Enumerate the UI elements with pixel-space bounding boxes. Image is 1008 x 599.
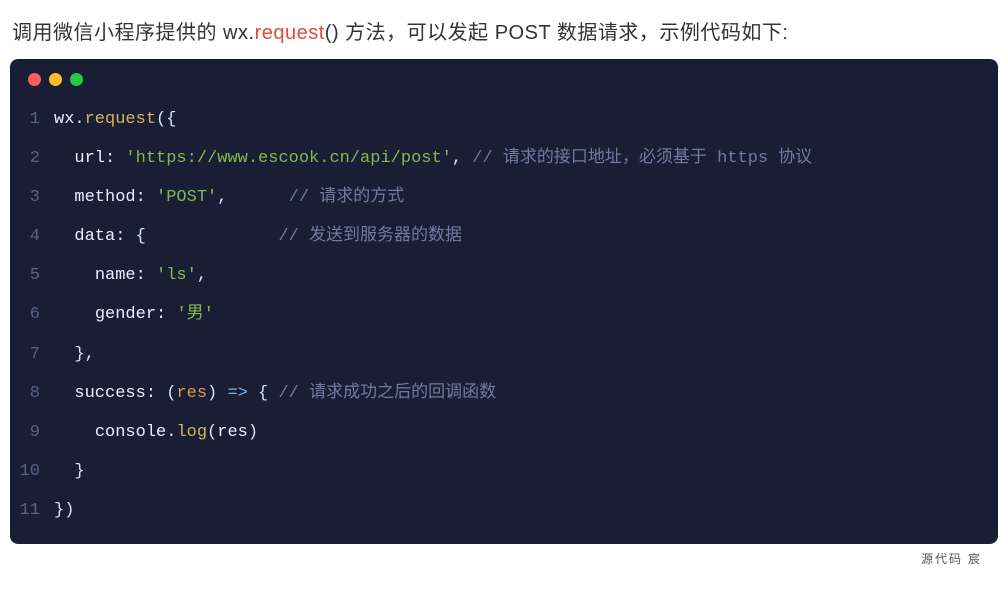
code-token: wx: [54, 110, 74, 129]
code-token: [54, 188, 74, 207]
line-number: 3: [10, 178, 54, 217]
code-token: url: [74, 149, 105, 168]
code-token: {: [248, 384, 279, 403]
code-token: ,: [452, 149, 472, 168]
maximize-icon: [70, 73, 83, 86]
code-line: 7 },: [10, 335, 998, 374]
code-content: },: [54, 335, 95, 374]
code-token: [54, 266, 95, 285]
code-line: 1wx.request({: [10, 100, 998, 139]
code-content: url: 'https://www.escook.cn/api/post', /…: [54, 139, 812, 178]
code-token: [54, 423, 95, 442]
code-token: : (: [146, 384, 177, 403]
code-token: =>: [227, 384, 247, 403]
code-line: 10 }: [10, 452, 998, 491]
code-content: method: 'POST', // 请求的方式: [54, 178, 404, 217]
line-number: 11: [10, 491, 54, 530]
line-number: 6: [10, 295, 54, 334]
code-token: .: [166, 423, 176, 442]
code-token: // 请求成功之后的回调函数: [278, 384, 496, 403]
code-token: 'POST': [156, 188, 217, 207]
code-token: ({: [156, 110, 176, 129]
code-token: :: [156, 305, 176, 324]
code-content: gender: '男': [54, 295, 214, 334]
line-number: 1: [10, 100, 54, 139]
code-content: wx.request({: [54, 100, 176, 139]
intro-prefix: 调用微信小程序提供的 wx.: [12, 22, 255, 44]
line-number: 5: [10, 256, 54, 295]
code-token: res: [217, 423, 248, 442]
code-line: 2 url: 'https://www.escook.cn/api/post',…: [10, 139, 998, 178]
code-content: success: (res) => { // 请求成功之后的回调函数: [54, 374, 496, 413]
line-number: 8: [10, 374, 54, 413]
footer-credit: 源代码 宸: [10, 550, 998, 567]
minimize-icon: [49, 73, 62, 86]
code-token: // 请求的方式: [289, 188, 405, 207]
code-token: res: [176, 384, 207, 403]
code-token: '男': [176, 305, 213, 324]
line-number: 10: [10, 452, 54, 491]
code-body: 1wx.request({2 url: 'https://www.escook.…: [10, 96, 998, 544]
code-token: }): [54, 501, 74, 520]
intro-paragraph: 调用微信小程序提供的 wx.request() 方法，可以发起 POST 数据请…: [10, 16, 998, 45]
code-content: name: 'ls',: [54, 256, 207, 295]
window-titlebar: [10, 59, 998, 96]
code-token: [54, 227, 74, 246]
code-token: .: [74, 110, 84, 129]
code-token: 'ls': [156, 266, 197, 285]
code-window: 1wx.request({2 url: 'https://www.escook.…: [10, 59, 998, 544]
line-number: 7: [10, 335, 54, 374]
code-token: method: [74, 188, 135, 207]
code-token: request: [85, 110, 156, 129]
code-token: (: [207, 423, 217, 442]
code-token: :: [136, 266, 156, 285]
line-number: 4: [10, 217, 54, 256]
code-token: },: [54, 345, 95, 364]
code-content: }): [54, 491, 74, 530]
code-content: }: [54, 452, 85, 491]
intro-suffix: () 方法，可以发起 POST 数据请求，示例代码如下:: [325, 22, 789, 44]
code-token: ,: [197, 266, 207, 285]
code-token: ): [207, 384, 227, 403]
code-line: 5 name: 'ls',: [10, 256, 998, 295]
code-line: 8 success: (res) => { // 请求成功之后的回调函数: [10, 374, 998, 413]
code-token: data: [74, 227, 115, 246]
code-token: ): [248, 423, 258, 442]
code-token: success: [74, 384, 145, 403]
code-token: log: [176, 423, 207, 442]
code-token: // 发送到服务器的数据: [278, 227, 462, 246]
code-token: name: [95, 266, 136, 285]
code-token: gender: [95, 305, 156, 324]
code-token: console: [95, 423, 166, 442]
code-line: 3 method: 'POST', // 请求的方式: [10, 178, 998, 217]
line-number: 9: [10, 413, 54, 452]
code-line: 9 console.log(res): [10, 413, 998, 452]
code-token: :: [105, 149, 125, 168]
code-token: [54, 305, 95, 324]
code-line: 6 gender: '男': [10, 295, 998, 334]
code-token: :: [136, 188, 156, 207]
code-content: console.log(res): [54, 413, 258, 452]
intro-highlight: request: [255, 22, 325, 44]
code-content: data: { // 发送到服务器的数据: [54, 217, 462, 256]
code-line: 11}): [10, 491, 998, 530]
close-icon: [28, 73, 41, 86]
code-token: : {: [115, 227, 278, 246]
code-token: 'https://www.escook.cn/api/post': [125, 149, 451, 168]
code-token: }: [54, 462, 85, 481]
code-token: [54, 149, 74, 168]
code-token: ,: [217, 188, 288, 207]
code-token: [54, 384, 74, 403]
code-token: // 请求的接口地址，必须基于 https 协议: [472, 149, 812, 168]
code-line: 4 data: { // 发送到服务器的数据: [10, 217, 998, 256]
line-number: 2: [10, 139, 54, 178]
